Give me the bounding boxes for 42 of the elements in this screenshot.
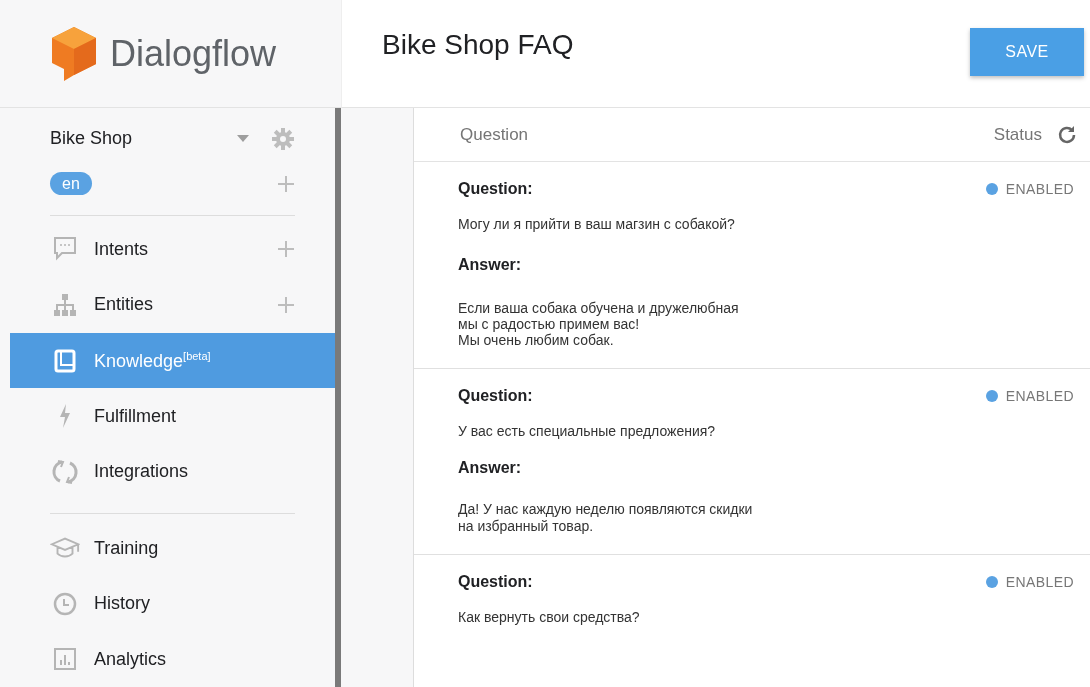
question-label: Question: (458, 180, 533, 198)
chart-icon (53, 647, 77, 672)
add-icon[interactable] (277, 240, 295, 259)
sidebar-item[interactable]: History (10, 575, 335, 632)
sidebar-item[interactable]: Intents (10, 221, 335, 278)
chat-bubble-icon (53, 236, 77, 263)
question-label: Question: (458, 572, 533, 591)
column-header: Question (460, 124, 530, 145)
answer-label: Answer: (458, 459, 523, 478)
sidebar-item[interactable]: Integrations (10, 443, 335, 500)
book-icon (54, 348, 76, 373)
answer-text: Да! У нас каждую неделю появляются скидки на избранный товар. (458, 501, 754, 534)
page-title: Bike Shop FAQ (382, 28, 574, 61)
status-label: ENABLED (985, 181, 1074, 197)
add-icon[interactable] (277, 295, 295, 314)
sidebar-item[interactable]: Analytics (10, 631, 335, 687)
status-dot (985, 183, 998, 195)
settings-icon[interactable] (271, 126, 295, 151)
question-text: У вас есть специальные предложения? (458, 423, 717, 440)
logo-icon (50, 24, 98, 83)
sidebar-item[interactable]: Fulfillment (10, 388, 335, 444)
answer-text: Если ваша собака обучена и дружелюбная мы с радостью примем вас! Мы очень любим собак. (458, 300, 740, 349)
hierarchy-icon (53, 292, 77, 317)
agent-name[interactable]: Bike Shop (50, 128, 237, 150)
status-label: ENABLED (985, 388, 1074, 405)
scrollbar[interactable] (335, 108, 341, 687)
answer-label: Answer: (458, 256, 523, 275)
question-label: Question: (458, 387, 533, 406)
dropdown-caret-icon[interactable] (237, 134, 249, 143)
clock-icon (53, 591, 77, 616)
question-text: Как вернуть свои средства? (458, 608, 641, 625)
sidebar-item[interactable]: Entities (10, 277, 335, 333)
question-text: Могу ли я прийти в ваш магзин с собакой? (458, 216, 736, 233)
add-icon[interactable] (277, 175, 295, 193)
status-label: ENABLED (985, 573, 1074, 590)
status-dot (985, 575, 998, 588)
lightning-icon (58, 404, 72, 429)
logo-text: Dialogflow (110, 32, 277, 75)
sidebar-item[interactable]: Training (10, 520, 335, 576)
sync-icon (52, 458, 78, 485)
status-dot (985, 390, 998, 403)
column-header: Status (993, 124, 1042, 145)
